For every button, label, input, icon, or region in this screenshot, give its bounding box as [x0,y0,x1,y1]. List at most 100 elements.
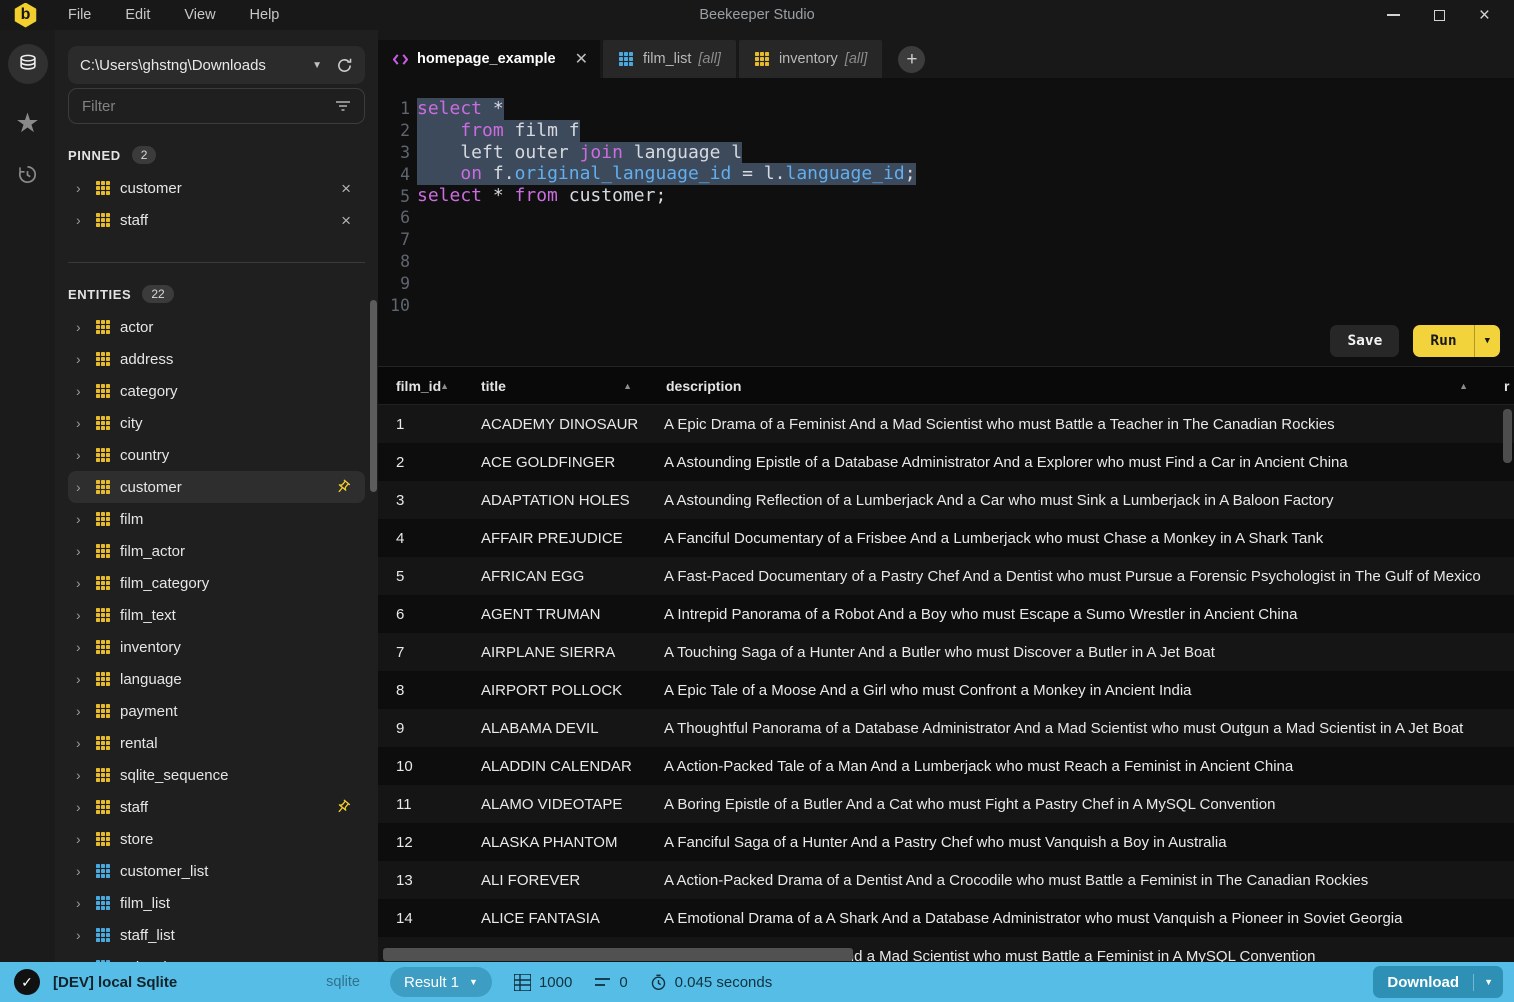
sidebar-item-inventory[interactable]: › inventory [68,631,365,663]
cell-film-id: 11 [396,795,412,813]
connection-path: C:\Users\ghstng\Downloads [80,56,266,74]
pin-icon[interactable] [335,799,351,815]
sidebar-item-sqlite_sequence[interactable]: › sqlite_sequence [68,759,365,791]
favorites-star-icon[interactable]: ★ [15,110,39,137]
sidebar-item-store[interactable]: › store [68,823,365,855]
sidebar-item-staff[interactable]: › staff [68,791,365,823]
cell-description: A Fanciful Documentary of a Frisbee And … [664,529,1324,547]
database-tab-icon[interactable] [7,44,48,84]
tab-homepage_example[interactable]: homepage_example ✕ [378,40,601,78]
new-tab-button[interactable]: + [898,46,926,73]
unpin-close-icon[interactable]: × [341,180,351,197]
column-header-description[interactable]: description ▲ [648,367,1496,404]
pinned-section-header[interactable]: PINNED 2 [68,144,378,166]
table-row[interactable]: 7 AIRPLANE SIERRA A Touching Saga of a Hun… [378,633,1514,671]
cell-film-id: 1 [396,415,405,433]
sidebar-item-film_text[interactable]: › film_text [68,599,365,631]
table-row[interactable]: 5 AFRICAN EGG A Fast-Paced Documentary of … [378,557,1514,595]
filter-input[interactable] [82,97,335,115]
run-label[interactable]: Run [1413,325,1475,357]
table-row[interactable]: 14 ALICE FANTASIA A Emotional Drama of a A… [378,899,1514,937]
table-row[interactable]: 4 AFFAIR PREJUDICE A Fanciful Documentary … [378,519,1514,557]
table-row[interactable]: 6 AGENT TRUMAN A Intrepid Panorama of a Ro… [378,595,1514,633]
table-icon [95,383,111,399]
sidebar-item-staff_list[interactable]: › staff_list [68,919,365,951]
cell-title: ALI FOREVER [481,871,581,889]
sidebar-item-sales_by_store[interactable]: ›sales_by_store [68,951,365,962]
pinned-label: PINNED [68,147,121,163]
sidebar-item-film[interactable]: › film [68,503,365,535]
run-button[interactable]: Run ▼ [1413,325,1500,357]
column-header-film-id[interactable]: film_id ▲ [378,367,463,404]
cell-description: A Emotional Drama of a A Shark And a Dat… [664,909,1403,927]
menu-help[interactable]: Help [250,7,280,23]
grid-icon [513,973,531,991]
sidebar-item-film_category[interactable]: › film_category [68,567,365,599]
sidebar-item-rental[interactable]: › rental [68,727,365,759]
result-selector[interactable]: Result 1 ▼ [390,967,492,997]
sidebar-item-country[interactable]: › country [68,439,365,471]
sidebar-item-category[interactable]: › category [68,375,365,407]
line-number: 7 [400,230,410,250]
download-options-caret-icon[interactable]: ▼ [1474,977,1503,987]
table-row[interactable]: 8 AIRPORT POLLOCK A Epic Tale of a Moose A… [378,671,1514,709]
column-header-clipped[interactable]: r [1496,367,1514,404]
menu-view[interactable]: View [184,7,215,23]
sidebar-scrollbar[interactable] [370,300,377,492]
table-row[interactable]: 9 ALABAMA DEVIL A Thoughtful Panorama of a… [378,709,1514,747]
sidebar-item-payment[interactable]: › payment [68,695,365,727]
tab-close-icon[interactable]: ✕ [575,49,588,69]
sidebar-item-language[interactable]: › language [68,663,365,695]
table-row[interactable]: 13 ALI FOREVER A Action-Packed Drama of a … [378,861,1514,899]
table-row[interactable]: 10 ALADDIN CALENDAR A Action-Packed Tale o… [378,747,1514,785]
maximize-icon[interactable] [1433,9,1445,21]
table-row[interactable]: 2 ACE GOLDFINGER A Astounding Epistle of a… [378,443,1514,481]
sidebar-item-address[interactable]: › address [68,343,365,375]
chevron-right-icon: › [76,703,81,719]
table-icon [95,639,111,655]
sort-asc-icon: ▲ [440,380,449,391]
column-header-title[interactable]: title ▲ [463,367,648,404]
chevron-right-icon: › [76,543,81,559]
table-row[interactable]: 3 ADAPTATION HOLES A Astounding Reflection… [378,481,1514,519]
table-icon [618,51,634,67]
sidebar-item-actor[interactable]: › actor [68,311,365,343]
download-button[interactable]: Download ▼ [1373,966,1503,998]
horizontal-scrollbar[interactable] [383,948,853,961]
unpin-close-icon[interactable]: × [341,212,351,229]
refresh-icon[interactable] [336,57,353,74]
history-icon[interactable] [16,163,39,191]
tab-inventory[interactable]: inventory [all] [738,40,883,78]
token: select [417,98,483,119]
minimize-icon[interactable] [1386,14,1400,16]
tab-label: inventory [778,51,838,67]
sidebar-item-customer_list[interactable]: › customer_list [68,855,365,887]
pin-icon[interactable] [335,479,351,495]
save-button[interactable]: Save [1330,325,1400,357]
code-line: 8 [378,251,1514,273]
table-row[interactable]: 12 ALASKA PHANTOM A Fanciful Saga of a Hun… [378,823,1514,861]
vertical-scrollbar[interactable] [1503,409,1512,463]
sidebar-item-customer[interactable]: › customer × [68,172,365,204]
sidebar-item-film_list[interactable]: › film_list [68,887,365,919]
close-icon[interactable]: × [1479,6,1490,25]
sidebar-item-customer[interactable]: › customer [68,471,365,503]
entity-name: film [120,510,144,528]
menu-file[interactable]: File [68,7,91,23]
download-label[interactable]: Download [1373,973,1475,991]
sidebar-item-staff[interactable]: › staff × [68,204,365,236]
sidebar-item-city[interactable]: › city [68,407,365,439]
table-row[interactable]: 11 ALAMO VIDEOTAPE A Boring Epistle of a B… [378,785,1514,823]
tab-suffix: [all] [844,51,868,67]
tab-film_list[interactable]: film_list [all] [603,40,736,78]
table-row[interactable]: 1 ACADEMY DINOSAUR A Epic Drama of a Femin… [378,405,1514,443]
menu-edit[interactable]: Edit [125,7,150,23]
sql-editor[interactable]: 1 select * 2 from film f3 left outer join … [378,78,1514,366]
entities-section-header[interactable]: ENTITIES 22 [68,283,378,305]
cell-title: ALASKA PHANTOM [481,833,618,851]
entity-name: film_actor [120,542,186,560]
connection-dropdown[interactable]: C:\Users\ghstng\Downloads ▼ [68,46,365,84]
line-number: 8 [400,251,410,271]
run-options-caret-icon[interactable]: ▼ [1475,336,1500,346]
sidebar-item-film_actor[interactable]: › film_actor [68,535,365,567]
